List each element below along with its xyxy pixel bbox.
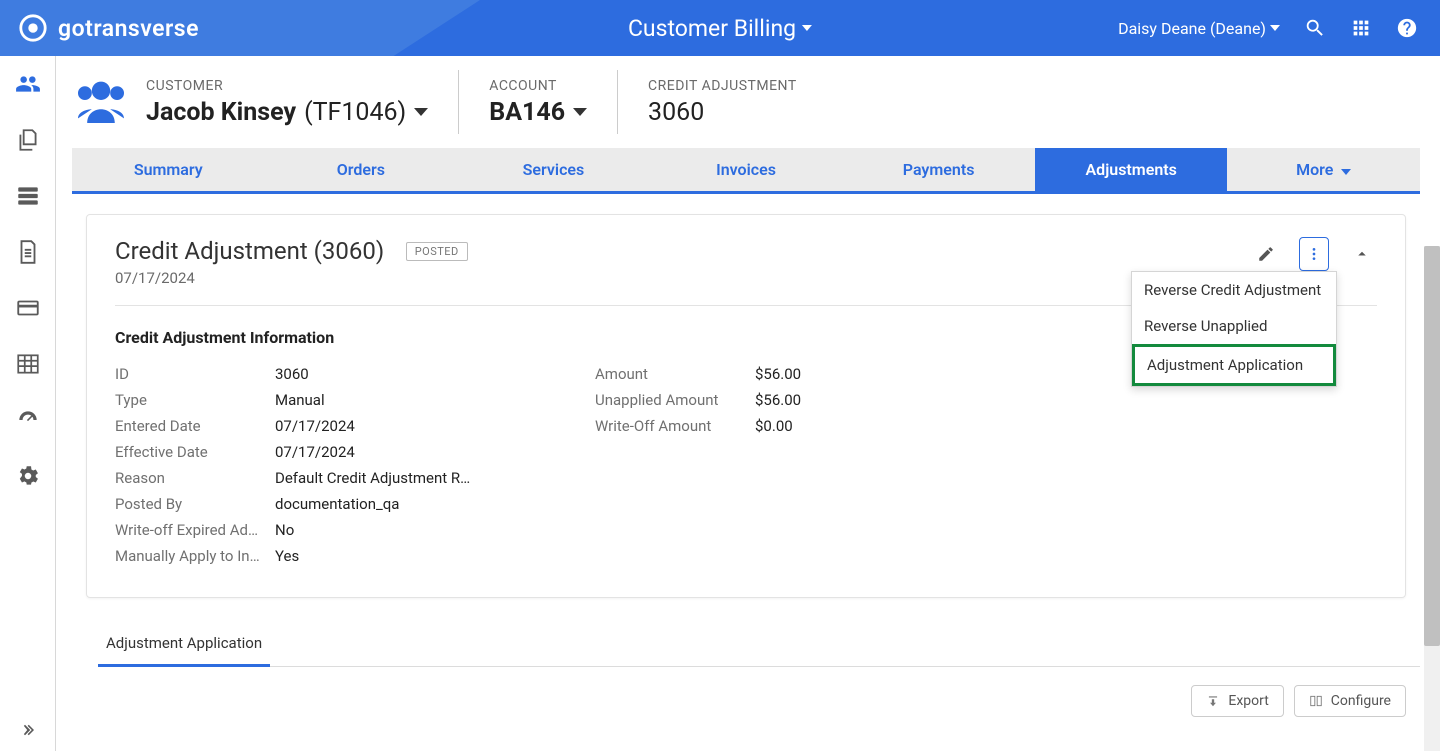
customer-name: Jacob Kinsey — [146, 98, 296, 127]
subtabs: Adjustment Application — [98, 622, 1420, 667]
customer-selector[interactable]: CUSTOMER Jacob Kinsey (TF1046) — [72, 77, 428, 127]
label-manually-apply: Manually Apply to In… — [115, 547, 275, 565]
breadcrumb: CUSTOMER Jacob Kinsey (TF1046) ACCOUNT B… — [72, 70, 1420, 134]
scrollbar-thumb[interactable] — [1424, 246, 1440, 646]
sidebar-copy[interactable] — [0, 112, 55, 168]
credit-adjustment-id: 3060 — [648, 98, 704, 127]
label-writeoff-expired: Write-off Expired Ad… — [115, 521, 275, 539]
account-value: BA146 — [489, 98, 565, 127]
sidebar-card[interactable] — [0, 280, 55, 336]
label-type: Type — [115, 391, 275, 409]
caret-down-icon — [1341, 169, 1351, 175]
value-entered-date: 07/17/2024 — [275, 417, 355, 435]
sidebar-table[interactable] — [0, 336, 55, 392]
sidebar — [0, 56, 56, 751]
value-type: Manual — [275, 391, 325, 409]
tab-payments[interactable]: Payments — [842, 148, 1035, 191]
account-label: ACCOUNT — [489, 78, 587, 94]
value-writeoff-amount: $0.00 — [755, 417, 793, 435]
value-amount: $56.00 — [755, 365, 801, 383]
credit-adjustment-card: Credit Adjustment (3060) POSTED 07/17/20… — [86, 214, 1406, 598]
user-display: Daisy Deane (Deane) — [1118, 19, 1266, 38]
label-reason: Reason — [115, 469, 275, 487]
card-date: 07/17/2024 — [115, 269, 468, 287]
label-unapplied-amount: Unapplied Amount — [595, 391, 755, 409]
value-writeoff-expired: No — [275, 521, 294, 539]
columns-icon — [1309, 694, 1323, 708]
label-id: ID — [115, 365, 275, 383]
module-switcher[interactable]: Customer Billing — [628, 15, 812, 42]
sidebar-document[interactable] — [0, 224, 55, 280]
value-unapplied-amount: $56.00 — [755, 391, 801, 409]
menu-reverse-credit-adjustment[interactable]: Reverse Credit Adjustment — [1132, 272, 1336, 308]
edit-button[interactable] — [1251, 239, 1281, 269]
pencil-icon — [1257, 245, 1275, 263]
tab-summary[interactable]: Summary — [72, 148, 265, 191]
topbar: gotransverse Customer Billing Daisy Dean… — [0, 0, 1440, 56]
account-selector[interactable]: ACCOUNT BA146 — [458, 70, 587, 134]
module-name: Customer Billing — [628, 15, 796, 42]
tab-services[interactable]: Services — [457, 148, 650, 191]
scrollbar[interactable] — [1424, 246, 1440, 751]
export-label: Export — [1228, 693, 1268, 709]
customer-ref: (TF1046) — [304, 98, 406, 127]
sidebar-customers[interactable] — [0, 56, 55, 112]
menu-reverse-unapplied[interactable]: Reverse Unapplied — [1132, 308, 1336, 344]
label-amount: Amount — [595, 365, 755, 383]
help-icon[interactable] — [1396, 17, 1418, 39]
label-effective-date: Effective Date — [115, 443, 275, 461]
main-content: CUSTOMER Jacob Kinsey (TF1046) ACCOUNT B… — [56, 56, 1440, 751]
app-logo[interactable]: gotransverse — [18, 13, 199, 43]
app-name: gotransverse — [58, 15, 199, 42]
value-reason: Default Credit Adjustment R… — [275, 469, 470, 487]
info-col-right: Amount$56.00 Unapplied Amount$56.00 Writ… — [595, 361, 1035, 569]
credit-adjustment-crumb: CREDIT ADJUSTMENT 3060 — [617, 70, 797, 134]
label-posted-by: Posted By — [115, 495, 275, 513]
tab-more[interactable]: More — [1227, 148, 1420, 191]
configure-button[interactable]: Configure — [1294, 685, 1406, 717]
more-actions-menu: Reverse Credit Adjustment Reverse Unappl… — [1131, 271, 1337, 387]
apps-icon[interactable] — [1350, 17, 1372, 39]
value-effective-date: 07/17/2024 — [275, 443, 355, 461]
caret-down-icon — [802, 25, 812, 31]
caret-down-icon — [414, 108, 428, 116]
configure-label: Configure — [1331, 693, 1391, 709]
label-entered-date: Entered Date — [115, 417, 275, 435]
download-icon — [1206, 694, 1220, 708]
kebab-icon — [1306, 244, 1322, 264]
menu-adjustment-application[interactable]: Adjustment Application — [1132, 344, 1336, 386]
posted-badge: POSTED — [406, 242, 468, 261]
subtab-adjustment-application[interactable]: Adjustment Application — [98, 622, 270, 667]
caret-down-icon — [1270, 25, 1280, 31]
card-title: Credit Adjustment (3060) — [115, 237, 384, 265]
sidebar-dashboard[interactable] — [0, 392, 55, 448]
collapse-button[interactable] — [1347, 239, 1377, 269]
customer-label: CUSTOMER — [146, 78, 428, 94]
export-button[interactable]: Export — [1191, 685, 1283, 717]
value-manually-apply: Yes — [275, 547, 299, 565]
caret-down-icon — [573, 108, 587, 116]
sidebar-expand[interactable] — [0, 709, 55, 751]
value-posted-by: documentation_qa — [275, 495, 399, 513]
logo-icon — [18, 13, 48, 43]
value-id: 3060 — [275, 365, 309, 383]
user-menu[interactable]: Daisy Deane (Deane) — [1118, 19, 1280, 38]
sidebar-servers[interactable] — [0, 168, 55, 224]
chevron-up-icon — [1353, 245, 1371, 263]
tab-invoices[interactable]: Invoices — [650, 148, 843, 191]
tab-orders[interactable]: Orders — [265, 148, 458, 191]
credit-adjustment-label: CREDIT ADJUSTMENT — [648, 78, 797, 94]
search-icon[interactable] — [1304, 17, 1326, 39]
label-writeoff-amount: Write-Off Amount — [595, 417, 755, 435]
customers-icon — [72, 77, 130, 127]
tab-adjustments[interactable]: Adjustments — [1035, 148, 1228, 191]
more-actions-button[interactable] — [1299, 237, 1329, 271]
info-col-left: ID3060 TypeManual Entered Date07/17/2024… — [115, 361, 555, 569]
sidebar-settings[interactable] — [0, 448, 55, 504]
tabs: Summary Orders Services Invoices Payment… — [72, 148, 1420, 194]
